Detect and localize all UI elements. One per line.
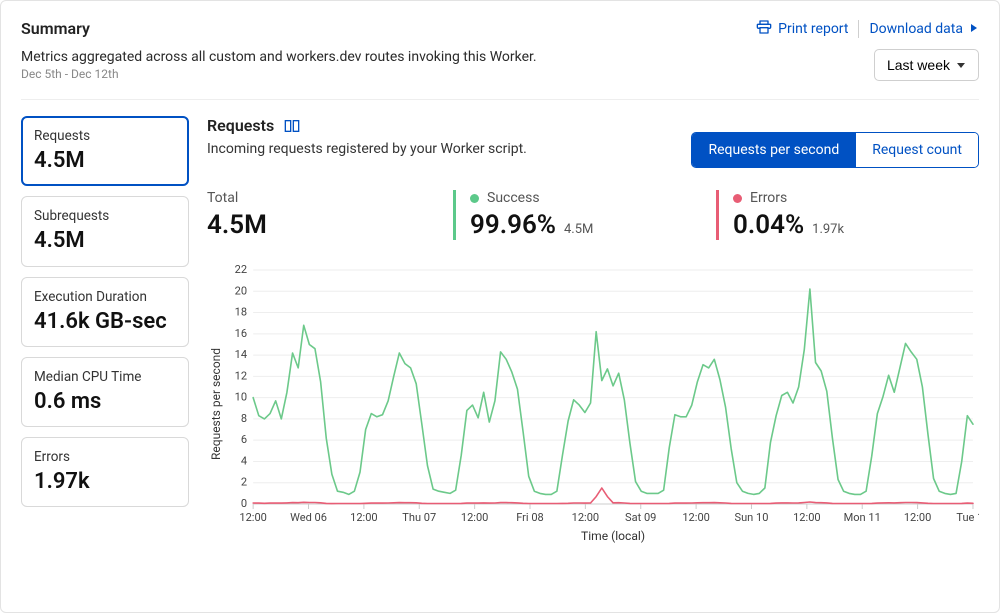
svg-text:12:00: 12:00 — [350, 511, 378, 524]
sidebar-card-label: Requests — [34, 128, 176, 144]
sidebar-card-label: Subrequests — [34, 208, 176, 224]
kpi-errors: Errors 0.04% 1.97k — [716, 190, 979, 240]
sidebar-card-median-cpu-time[interactable]: Median CPU Time 0.6 ms — [21, 357, 189, 427]
kpi-success-value: 99.96% — [470, 210, 556, 240]
svg-text:18: 18 — [235, 306, 247, 319]
svg-text:10: 10 — [235, 391, 247, 404]
printer-icon — [756, 19, 772, 39]
download-data-label: Download data — [869, 21, 963, 37]
download-data-link[interactable]: Download data — [869, 21, 979, 37]
svg-text:22: 22 — [235, 264, 247, 276]
success-dot-icon — [470, 194, 479, 203]
metric-sidebar: Requests 4.5M Subrequests 4.5M Execution… — [21, 116, 189, 544]
header-row: Summary Print report Download data — [21, 19, 979, 39]
sidebar-card-label: Errors — [34, 449, 176, 465]
svg-text:Time (local): Time (local) — [581, 529, 645, 543]
kpi-success-label: Success — [487, 190, 540, 206]
print-report-label: Print report — [778, 21, 848, 37]
summary-description: Metrics aggregated across all custom and… — [21, 49, 537, 65]
sidebar-card-label: Median CPU Time — [34, 369, 176, 385]
sidebar-card-requests[interactable]: Requests 4.5M — [21, 116, 189, 186]
kpi-errors-sub: 1.97k — [812, 222, 844, 237]
svg-text:Fri 08: Fri 08 — [516, 511, 544, 524]
summary-panel: Summary Print report Download data Metri… — [0, 0, 1000, 613]
summary-date-range: Dec 5th - Dec 12th — [21, 67, 537, 81]
sidebar-card-errors[interactable]: Errors 1.97k — [21, 437, 189, 507]
svg-text:12:00: 12:00 — [904, 511, 932, 524]
kpi-total: Total 4.5M — [207, 190, 453, 240]
layout-toggle-icon[interactable] — [284, 119, 300, 133]
svg-text:16: 16 — [235, 327, 247, 340]
svg-text:2: 2 — [241, 476, 247, 489]
header-divider — [21, 99, 979, 100]
toggle-request-count[interactable]: Request count — [855, 133, 978, 167]
svg-text:0: 0 — [241, 497, 247, 510]
subheader-row: Metrics aggregated across all custom and… — [21, 49, 979, 81]
error-dot-icon — [733, 194, 742, 203]
kpi-success: Success 99.96% 4.5M — [453, 190, 716, 240]
svg-text:8: 8 — [241, 412, 247, 425]
svg-text:Sat 09: Sat 09 — [625, 511, 656, 524]
body: Requests 4.5M Subrequests 4.5M Execution… — [21, 116, 979, 544]
sidebar-card-execution-duration[interactable]: Execution Duration 41.6k GB-sec — [21, 277, 189, 347]
chart-y-axis-label: Requests per second — [207, 264, 225, 544]
sidebar-card-subrequests[interactable]: Subrequests 4.5M — [21, 196, 189, 266]
kpi-errors-value: 0.04% — [733, 210, 804, 240]
main-content: Requests Incoming requests registered by… — [207, 116, 979, 544]
action-divider — [858, 20, 859, 38]
svg-text:12:00: 12:00 — [793, 511, 821, 524]
svg-text:Sun 10: Sun 10 — [735, 511, 769, 524]
kpi-total-label: Total — [207, 190, 453, 206]
svg-text:Wed 06: Wed 06 — [290, 511, 327, 524]
subheader-left: Metrics aggregated across all custom and… — [21, 49, 537, 81]
time-range-label: Last week — [887, 57, 950, 73]
page-title: Summary — [21, 19, 90, 38]
sidebar-card-label: Execution Duration — [34, 289, 176, 305]
sidebar-card-value: 0.6 ms — [34, 389, 176, 414]
svg-text:6: 6 — [241, 433, 247, 446]
caret-down-icon — [956, 57, 966, 73]
sidebar-card-value: 1.97k — [34, 469, 176, 494]
requests-chart: 0 2 4 6 8 10 12 14 16 18 20 22 12:00 Wed 06 12:00 Thu 0… — [225, 264, 979, 544]
section-header: Requests Incoming requests registered by… — [207, 116, 979, 168]
toggle-requests-per-second[interactable]: Requests per second — [692, 133, 855, 167]
svg-text:Tue 12: Tue 12 — [956, 511, 979, 524]
sidebar-card-value: 41.6k GB-sec — [34, 309, 176, 334]
svg-text:12:00: 12:00 — [572, 511, 600, 524]
sidebar-card-value: 4.5M — [34, 228, 176, 253]
caret-right-icon — [969, 21, 979, 37]
kpi-total-value: 4.5M — [207, 210, 267, 240]
svg-text:Mon 11: Mon 11 — [844, 511, 881, 524]
svg-text:Thu 07: Thu 07 — [402, 511, 436, 524]
sidebar-card-value: 4.5M — [34, 148, 176, 173]
section-title: Requests — [207, 116, 274, 135]
section-title-row: Requests — [207, 116, 527, 135]
kpi-success-sub: 4.5M — [564, 222, 593, 237]
section-description: Incoming requests registered by your Wor… — [207, 141, 527, 157]
svg-text:20: 20 — [235, 284, 247, 297]
svg-text:4: 4 — [241, 454, 247, 467]
svg-text:12:00: 12:00 — [461, 511, 489, 524]
svg-text:12: 12 — [235, 369, 247, 382]
print-report-link[interactable]: Print report — [756, 19, 848, 39]
kpi-row: Total 4.5M Success 99.96% 4.5M — [207, 190, 979, 240]
svg-text:14: 14 — [235, 348, 247, 361]
chart-container: Requests per second 0 2 4 6 8 10 12 14 16 18 20 22 1… — [207, 264, 979, 544]
time-range-selector[interactable]: Last week — [874, 49, 979, 81]
svg-text:12:00: 12:00 — [682, 511, 710, 524]
view-toggle: Requests per second Request count — [691, 132, 979, 168]
svg-text:12:00: 12:00 — [239, 511, 267, 524]
header-actions: Print report Download data — [756, 19, 979, 39]
kpi-errors-label: Errors — [750, 190, 787, 206]
